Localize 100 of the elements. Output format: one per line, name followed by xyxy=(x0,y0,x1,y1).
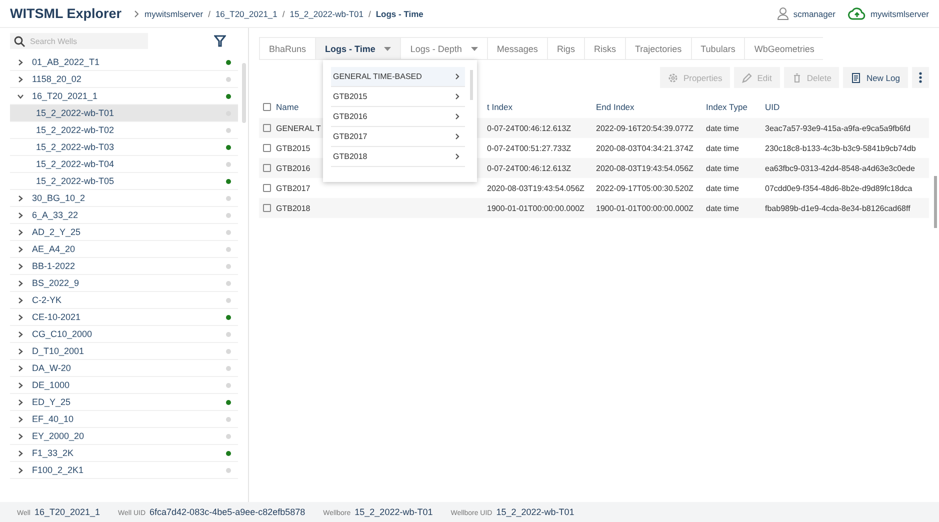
tree-item[interactable]: D_T10_2001 xyxy=(10,343,238,360)
menu-item[interactable]: GTB2018 xyxy=(331,147,465,167)
table-cell-text: 07cdd0e9-f354-48d6-8b2e-d9d89fc18dca xyxy=(765,184,914,192)
column-header[interactable]: End Index xyxy=(596,102,706,112)
tree-item[interactable]: BB-1-2022 xyxy=(10,258,238,275)
tree-item[interactable]: 15_2_2022-wb-T04 xyxy=(10,156,238,173)
tree-item[interactable]: BS_2022_9 xyxy=(10,275,238,292)
checkbox[interactable] xyxy=(263,144,271,152)
tree-label: D_T10_2001 xyxy=(32,346,84,356)
tree-item[interactable]: EY_2000_20 xyxy=(10,428,238,445)
tab[interactable]: Logs - Time xyxy=(315,37,400,60)
chevron-right-icon xyxy=(17,194,24,202)
menu-item[interactable]: GTB2015 xyxy=(331,87,465,107)
chevron-right-icon xyxy=(17,450,24,456)
tree-item[interactable]: 15_2_2022-wb-T01 xyxy=(10,105,238,122)
tab[interactable]: WbGeometries xyxy=(744,37,824,60)
menu-item[interactable]: GTB2016 xyxy=(331,107,465,127)
table-cell-text: GTB2015 xyxy=(276,144,312,152)
chevron-right-icon xyxy=(17,228,24,236)
chevron-right-icon xyxy=(17,364,24,372)
caret-down-icon xyxy=(384,46,392,50)
breadcrumb-link[interactable]: 15_2_2022-wb-T01 xyxy=(290,8,364,18)
tree-item[interactable]: DE_1000 xyxy=(10,377,238,394)
table-cell-text: date time xyxy=(706,164,740,172)
checkbox[interactable] xyxy=(263,184,271,192)
table-cell-text: date time xyxy=(706,124,740,132)
breadcrumb-link[interactable]: Logs - Time xyxy=(376,8,424,18)
server-name[interactable]: mywitsmlserver xyxy=(870,8,929,18)
menu-item[interactable]: GTB2017 xyxy=(331,127,465,147)
chevron-right-icon xyxy=(17,296,24,304)
gear-icon xyxy=(668,72,678,82)
scrollbar[interactable] xyxy=(242,63,246,123)
tree-item[interactable]: 15_2_2022-wb-T05 xyxy=(10,173,238,190)
column-header[interactable]: UID xyxy=(765,102,929,112)
tree-item[interactable]: CE-10-2021 xyxy=(10,309,238,326)
chevron-down-icon xyxy=(17,92,24,100)
tree-item[interactable]: 15_2_2022-wb-T03 xyxy=(10,139,238,156)
tree-item[interactable]: 01_AB_2022_T1 xyxy=(10,54,238,71)
tree-label: BB-1-2022 xyxy=(32,261,76,271)
tab[interactable]: BhaRuns xyxy=(259,37,316,60)
chevron-right-icon xyxy=(17,330,24,338)
tree-item[interactable]: DA_W-20 xyxy=(10,360,238,377)
table-cell-text: ea63fbc9-0313-42d4-8548-a4d63e3c0ede xyxy=(765,164,916,172)
tree-item[interactable]: 1158_20_02 xyxy=(10,71,238,88)
tree-item[interactable]: C-2-YK xyxy=(10,292,238,309)
table-cell-text: GTB2017 xyxy=(276,184,312,192)
tab[interactable]: Tubulars xyxy=(690,37,744,60)
table-cell-text: 3eac7a57-93e9-415a-a9fa-e9ca5a9fb6fd xyxy=(765,124,912,132)
tree-item[interactable]: 15_2_2022-wb-T02 xyxy=(10,122,238,139)
tree-item[interactable]: ED_Y_25 xyxy=(10,394,238,411)
tab[interactable]: Risks xyxy=(584,37,625,60)
checkbox[interactable] xyxy=(263,164,271,172)
breadcrumb-link[interactable]: 16_T20_2021_1 xyxy=(215,8,278,18)
tab[interactable]: Trajectories xyxy=(624,37,691,60)
tree-item[interactable]: F100_2_2K1 xyxy=(10,462,238,479)
column-header[interactable]: Index Type xyxy=(706,102,765,112)
tab[interactable]: Rigs xyxy=(546,37,584,60)
tree-item[interactable]: F1_33_2K xyxy=(10,445,238,462)
chevron-right-icon xyxy=(17,58,24,66)
checkbox[interactable] xyxy=(263,124,271,132)
tree-item[interactable]: AE_A4_20 xyxy=(10,241,238,258)
scrollbar[interactable] xyxy=(934,176,937,228)
tree-label: C-2-YK xyxy=(32,295,62,305)
chevron-right-icon xyxy=(17,398,24,406)
table-cell-text: GENERAL T xyxy=(276,124,322,132)
tree-label: ED_Y_25 xyxy=(32,397,71,407)
table-cell-text: 230c18c8-b133-4c3b-b3c9-5841b9cb74db xyxy=(765,144,917,152)
status-value: 15_2_2022-wb-T01 xyxy=(354,507,433,517)
tree-label: 15_2_2022-wb-T02 xyxy=(36,125,114,135)
tree-label: 15_2_2022-wb-T04 xyxy=(36,159,114,169)
tab[interactable]: Logs - Depth xyxy=(400,37,487,60)
tree-label: EY_2000_20 xyxy=(32,431,84,441)
column-header[interactable]: t Index xyxy=(487,102,596,112)
table-cell-text: 2020-08-03T04:34:21.374Z xyxy=(596,144,694,152)
tree-item[interactable]: CG_C10_2000 xyxy=(10,326,238,343)
tree-item[interactable]: 30_BG_10_2 xyxy=(10,190,238,207)
more-button[interactable] xyxy=(912,67,929,88)
table-cell-text: fbab989b-d1e9-4cda-8e34-b8126cad68ff xyxy=(765,204,912,212)
breadcrumb-link[interactable]: mywitsmlserver xyxy=(144,8,204,18)
scrollbar[interactable] xyxy=(470,70,473,100)
tab[interactable]: Messages xyxy=(486,37,547,60)
breadcrumb-separator: / xyxy=(281,8,286,18)
chevron-right-icon xyxy=(17,382,24,388)
chevron-right-icon xyxy=(455,73,460,80)
filter-icon[interactable] xyxy=(214,35,226,47)
table-cell-text: GTB2018 xyxy=(276,204,312,212)
tree-item[interactable]: 6_A_33_22 xyxy=(10,207,238,224)
checkbox[interactable] xyxy=(263,204,271,212)
tree-item[interactable]: AD_2_Y_25 xyxy=(10,224,238,241)
search-field[interactable]: Search Wells xyxy=(10,33,148,49)
tree-label: 6_A_33_22 xyxy=(32,210,78,220)
tree-item[interactable]: EF_40_10 xyxy=(10,411,238,428)
new-button[interactable]: New Log xyxy=(843,67,908,88)
checkbox[interactable] xyxy=(263,103,271,111)
chevron-right-icon xyxy=(17,246,24,252)
chevron-right-icon xyxy=(134,10,140,18)
menu-item[interactable]: GENERAL TIME-BASED xyxy=(331,67,465,87)
user-name[interactable]: scmanager xyxy=(793,8,836,18)
chevron-right-icon xyxy=(455,153,460,160)
search-icon xyxy=(14,36,25,47)
